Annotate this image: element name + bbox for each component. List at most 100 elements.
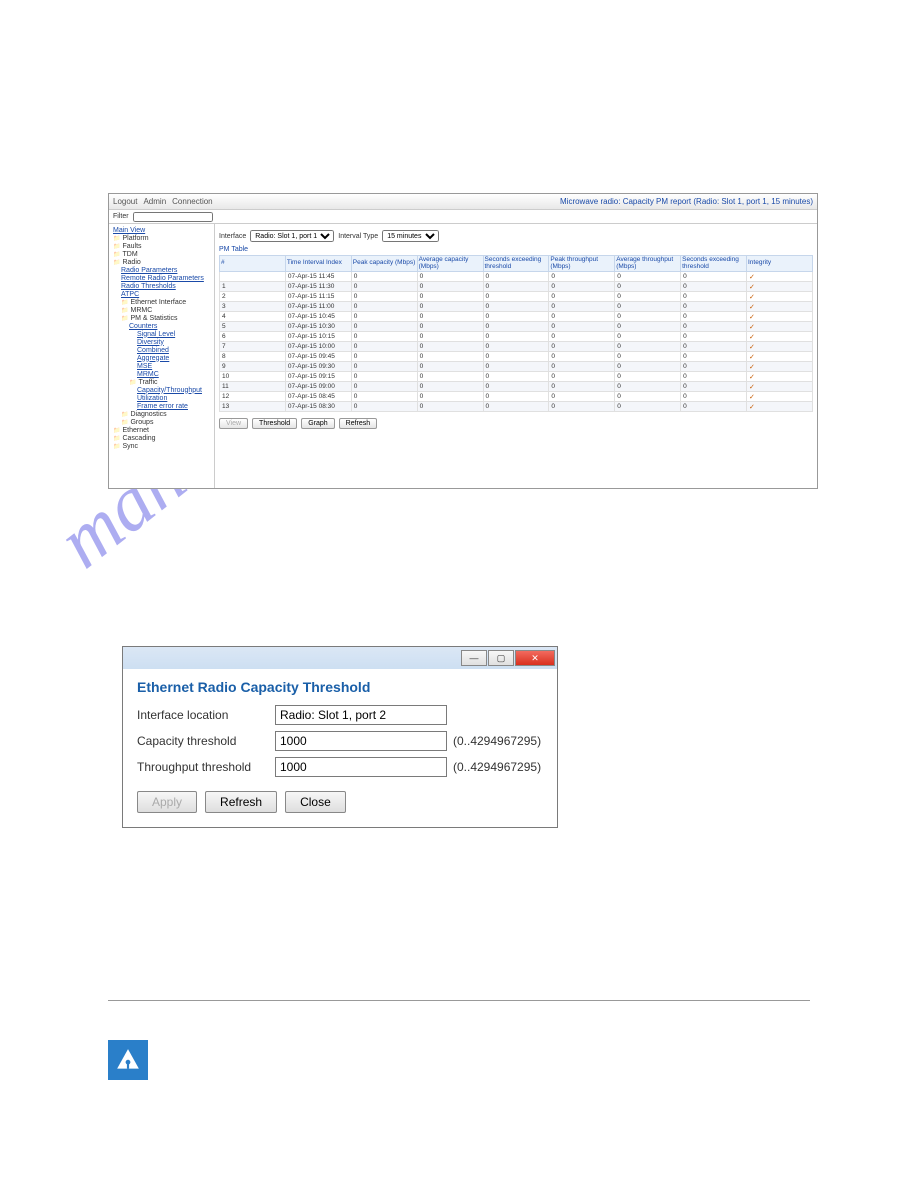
table-cell: 0 [417,362,483,372]
table-row[interactable]: 107-Apr-15 11:30000000 [220,282,813,292]
table-cell: 0 [615,382,681,392]
tree-item[interactable]: Sync [111,442,212,450]
throughput-threshold-field[interactable] [275,757,447,777]
table-cell: 0 [681,332,747,342]
tree-item[interactable]: Cascading [111,434,212,442]
tree-item[interactable]: Combined [111,346,212,354]
tree-item[interactable]: Counters [111,322,212,330]
tree-item[interactable]: Main View [111,226,212,234]
table-cell: 0 [549,402,615,412]
table-row[interactable]: 07-Apr-15 11:45000000 [220,272,813,282]
table-row[interactable]: 607-Apr-15 10:15000000 [220,332,813,342]
refresh-button[interactable]: Refresh [339,418,378,429]
tree-item[interactable]: Groups [111,418,212,426]
apply-button[interactable]: Apply [137,791,197,813]
pm-report-window: Logout Admin Connection Microwave radio:… [108,193,818,489]
capacity-threshold-field[interactable] [275,731,447,751]
table-cell: 4 [220,312,286,322]
table-row[interactable]: 807-Apr-15 09:45000000 [220,352,813,362]
tree-item[interactable]: Platform [111,234,212,242]
top-toolbar: Logout Admin Connection Microwave radio:… [109,194,817,210]
table-cell: 0 [483,342,549,352]
table-cell: 0 [417,302,483,312]
tree-item[interactable]: Signal Level [111,330,212,338]
tree-item[interactable]: Utilization [111,394,212,402]
tree-item[interactable]: Diversity [111,338,212,346]
table-cell: 0 [681,312,747,322]
table-cell: 0 [483,292,549,302]
nav-tree[interactable]: Main ViewPlatformFaultsTDMRadioRadio Par… [109,224,215,488]
tree-item[interactable]: Radio [111,258,212,266]
tree-item[interactable]: Ethernet [111,426,212,434]
tree-item[interactable]: PM & Statistics [111,314,212,322]
table-header: Peak capacity (Mbps) [351,256,417,272]
throughput-threshold-label: Throughput threshold [137,760,269,774]
tree-item[interactable]: MSE [111,362,212,370]
table-cell: 0 [417,282,483,292]
tree-item[interactable]: Faults [111,242,212,250]
table-row[interactable]: 1007-Apr-15 09:15000000 [220,372,813,382]
tree-item[interactable]: ATPC [111,290,212,298]
tree-item[interactable]: Frame error rate [111,402,212,410]
interval-select[interactable]: 15 minutes [382,230,439,242]
maximize-button[interactable]: ▢ [488,650,514,666]
table-cell: 0 [351,292,417,302]
table-cell: 0 [483,402,549,412]
table-cell: 12 [220,392,286,402]
integrity-check-icon [747,352,813,362]
table-row[interactable]: 1207-Apr-15 08:45000000 [220,392,813,402]
close-window-button[interactable]: ✕ [515,650,555,666]
table-cell: 0 [615,352,681,362]
logout-link[interactable]: Logout [113,197,137,206]
table-cell: 0 [417,272,483,282]
graph-button[interactable]: Graph [301,418,334,429]
table-row[interactable]: 307-Apr-15 11:00000000 [220,302,813,312]
tree-item[interactable]: Aggregate [111,354,212,362]
refresh-dialog-button[interactable]: Refresh [205,791,277,813]
filter-input[interactable] [133,212,213,222]
close-dialog-button[interactable]: Close [285,791,346,813]
table-cell: 0 [417,312,483,322]
table-cell: 07-Apr-15 09:15 [285,372,351,382]
tree-item[interactable]: MRMC [111,370,212,378]
tree-item[interactable]: Capacity/Throughput [111,386,212,394]
table-row[interactable]: 407-Apr-15 10:45000000 [220,312,813,322]
table-cell: 0 [483,332,549,342]
table-row[interactable]: 1107-Apr-15 09:00000000 [220,382,813,392]
interface-select[interactable]: Radio: Slot 1, port 1 [250,230,334,242]
threshold-button[interactable]: Threshold [252,418,297,429]
tree-item[interactable]: Ethernet Interface [111,298,212,306]
table-cell: 0 [483,382,549,392]
tree-item[interactable]: Radio Parameters [111,266,212,274]
minimize-button[interactable]: — [461,650,487,666]
table-row[interactable]: 507-Apr-15 10:30000000 [220,322,813,332]
table-cell: 0 [681,382,747,392]
tree-item[interactable]: Traffic [111,378,212,386]
table-header: Seconds exceeding threshold [483,256,549,272]
view-button[interactable]: View [219,418,248,429]
table-cell: 0 [615,302,681,312]
table-cell: 10 [220,372,286,382]
tree-item[interactable]: MRMC [111,306,212,314]
threshold-dialog: — ▢ ✕ Ethernet Radio Capacity Threshold … [122,646,558,828]
interface-location-field [275,705,447,725]
tree-item[interactable]: Remote Radio Parameters [111,274,212,282]
table-row[interactable]: 907-Apr-15 09:30000000 [220,362,813,372]
main-panel: Interface Radio: Slot 1, port 1 Interval… [215,224,817,488]
admin-link[interactable]: Admin [143,197,166,206]
dialog-titlebar: — ▢ ✕ [123,647,557,669]
table-cell: 0 [681,352,747,362]
page-divider [108,1000,810,1001]
integrity-check-icon [747,342,813,352]
table-cell: 0 [615,272,681,282]
table-cell: 8 [220,352,286,362]
tree-item[interactable]: TDM [111,250,212,258]
table-row[interactable]: 1307-Apr-15 08:30000000 [220,402,813,412]
table-row[interactable]: 707-Apr-15 10:00000000 [220,342,813,352]
table-cell: 0 [351,382,417,392]
table-cell: 0 [681,342,747,352]
tree-item[interactable]: Diagnostics [111,410,212,418]
table-row[interactable]: 207-Apr-15 11:15000000 [220,292,813,302]
tree-item[interactable]: Radio Thresholds [111,282,212,290]
connection-link[interactable]: Connection [172,197,212,206]
